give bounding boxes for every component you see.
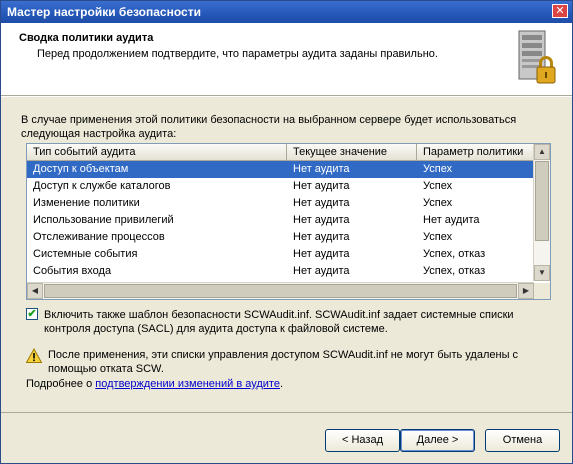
cell-event-type: Отслеживание процессов: [33, 231, 165, 243]
back-button[interactable]: < Назад: [325, 429, 400, 452]
header-divider: [1, 96, 572, 97]
scroll-up-icon[interactable]: ▲: [534, 144, 550, 160]
audit-list[interactable]: Тип событий аудита Текущее значение Пара…: [26, 143, 551, 300]
cell-policy-setting: Успех, отказ: [423, 248, 486, 260]
page-subtitle: Перед продолжением подтвердите, что пара…: [37, 48, 438, 60]
cell-event-type: Использование привилегий: [33, 214, 174, 226]
wizard-header: Сводка политики аудита Перед продолжение…: [1, 23, 572, 96]
include-template-checkbox[interactable]: ✔: [26, 308, 38, 320]
cell-current-value: Нет аудита: [293, 231, 350, 243]
table-row[interactable]: Изменение политики Нет аудита Успех: [27, 195, 534, 212]
horizontal-scroll-thumb[interactable]: [44, 284, 517, 298]
warning-icon: [26, 348, 42, 363]
table-row[interactable]: Доступ к объектам Нет аудита Успех: [27, 161, 534, 178]
table-row[interactable]: События входа Нет аудита Успех, отказ: [27, 263, 534, 280]
cell-policy-setting: Успех, отказ: [423, 265, 486, 277]
button-bar-divider: [1, 412, 572, 413]
scroll-down-icon[interactable]: ▼: [534, 265, 550, 281]
list-rows: Доступ к объектам Нет аудита Успех Досту…: [27, 161, 534, 280]
page-title: Сводка политики аудита: [19, 32, 154, 44]
scroll-corner: [534, 283, 550, 299]
cell-current-value: Нет аудита: [293, 214, 350, 226]
vertical-scrollbar[interactable]: ▲ ▼: [533, 144, 550, 281]
cell-current-value: Нет аудита: [293, 248, 350, 260]
list-header: Тип событий аудита Текущее значение Пара…: [27, 144, 534, 161]
cell-event-type: Системные события: [33, 248, 138, 260]
column-current-value[interactable]: Текущее значение: [287, 144, 417, 160]
table-row[interactable]: Системные события Нет аудита Успех, отка…: [27, 246, 534, 263]
vertical-scroll-thumb[interactable]: [535, 161, 549, 241]
scroll-right-icon[interactable]: ▶: [518, 283, 534, 299]
audit-changes-link[interactable]: подтверждении изменений в аудите: [95, 378, 280, 390]
cell-current-value: Нет аудита: [293, 265, 350, 277]
cell-current-value: Нет аудита: [293, 197, 350, 209]
cell-event-type: Изменение политики: [33, 197, 140, 209]
cell-event-type: Доступ к объектам: [33, 163, 129, 175]
table-row[interactable]: Использование привилегий Нет аудита Нет …: [27, 212, 534, 229]
warning-text: После применения, эти списки управления …: [48, 349, 519, 375]
title-bar: Мастер настройки безопасности ✕: [1, 1, 572, 23]
include-template-label[interactable]: Включить также шаблон безопасности SCWAu…: [44, 308, 524, 336]
cell-policy-setting: Успех: [423, 231, 453, 243]
server-lock-icon: [518, 30, 556, 84]
cell-current-value: Нет аудита: [293, 163, 350, 175]
scroll-left-icon[interactable]: ◀: [27, 283, 43, 299]
next-button[interactable]: Далее >: [400, 429, 475, 452]
cell-policy-setting: Успех: [423, 197, 453, 209]
cell-current-value: Нет аудита: [293, 180, 350, 192]
cell-event-type: События входа: [33, 265, 112, 277]
more-info-suffix: .: [279, 378, 284, 390]
wizard-window: Мастер настройки безопасности ✕ Сводка п…: [0, 0, 573, 464]
window-title: Мастер настройки безопасности: [7, 5, 201, 19]
more-info-prefix: Подробнее о: [26, 378, 96, 390]
description-text: В случае применения этой политики безопа…: [21, 114, 517, 140]
horizontal-scrollbar[interactable]: ◀ ▶: [27, 282, 534, 299]
cell-event-type: Доступ к службе каталогов: [33, 180, 171, 192]
table-row[interactable]: Отслеживание процессов Нет аудита Успех: [27, 229, 534, 246]
column-event-type[interactable]: Тип событий аудита: [27, 144, 287, 160]
cell-policy-setting: Успех: [423, 180, 453, 192]
cancel-button[interactable]: Отмена: [485, 429, 560, 452]
more-info: Подробнее о подтверждении изменений в ау…: [26, 378, 283, 390]
column-policy-setting[interactable]: Параметр политики: [417, 144, 534, 160]
table-row[interactable]: Доступ к службе каталогов Нет аудита Усп…: [27, 178, 534, 195]
cell-policy-setting: Нет аудита: [423, 214, 480, 226]
cell-policy-setting: Успех: [423, 163, 453, 175]
close-button[interactable]: ✕: [552, 4, 568, 18]
